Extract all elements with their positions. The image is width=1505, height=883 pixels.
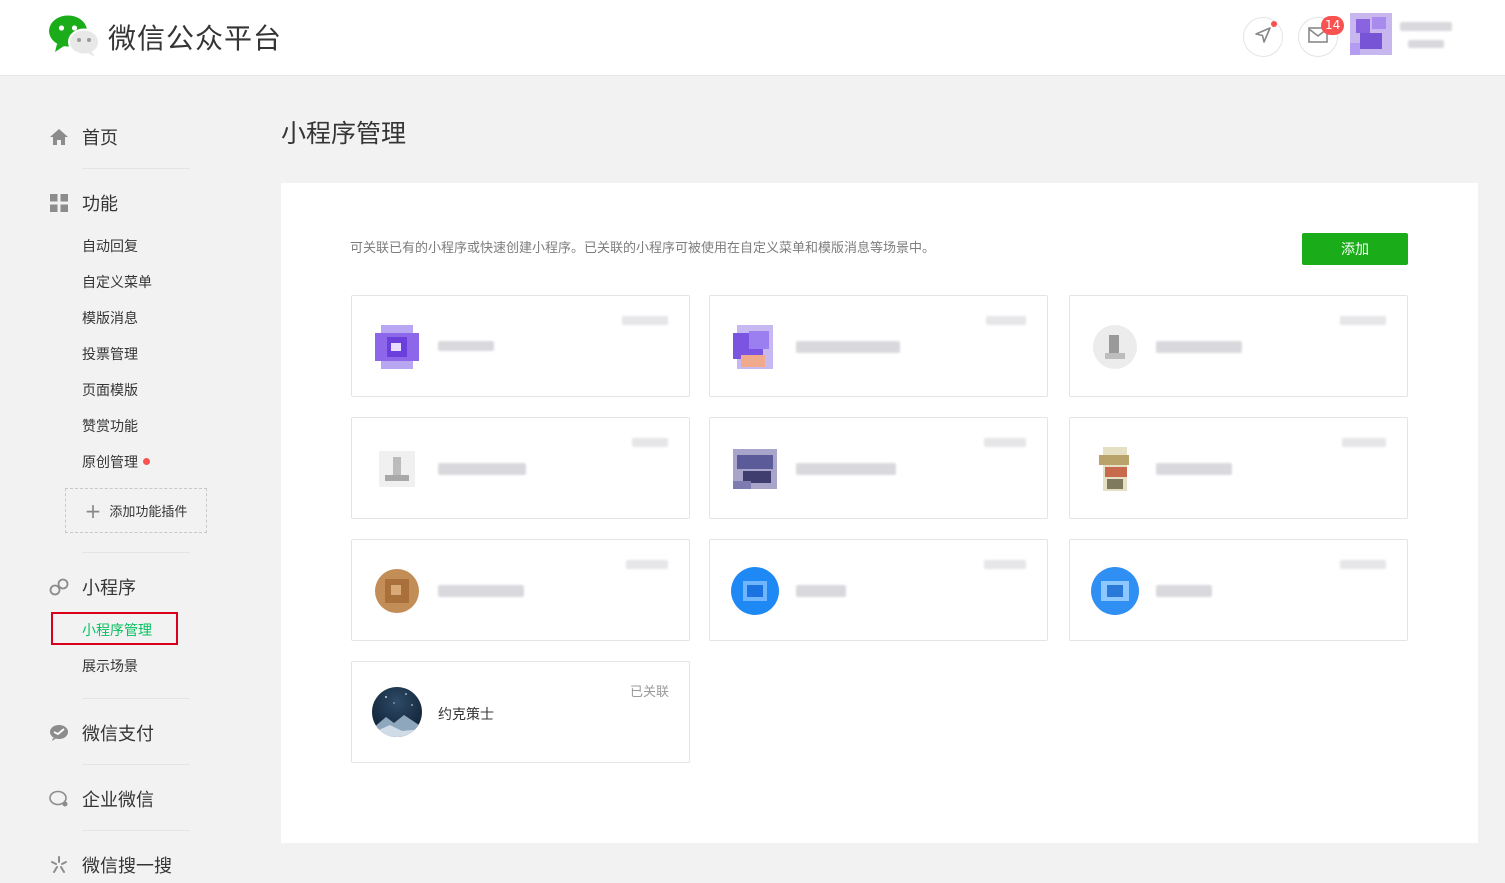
top-header: 微信公众平台 14 xyxy=(0,0,1505,76)
link-status-obscured xyxy=(622,436,670,450)
home-icon xyxy=(48,126,70,148)
link-status-obscured xyxy=(1340,436,1388,450)
miniprogram-name: 约克策士 xyxy=(438,707,494,723)
miniprogram-name-obscured xyxy=(796,339,916,355)
miniprogram-name-obscured xyxy=(1156,339,1276,355)
miniprogram-card[interactable] xyxy=(1069,417,1408,519)
miniprogram-avatar xyxy=(1089,321,1141,373)
send-arrow-icon xyxy=(1253,25,1273,49)
sidebar-item-reward[interactable]: 赞赏功能 xyxy=(82,416,138,436)
link-status: 已关联 xyxy=(629,685,669,700)
sidebar-divider xyxy=(82,764,190,765)
miniprogram-name-obscured xyxy=(438,461,558,477)
sidebar-item-custom-menu[interactable]: 自定义菜单 xyxy=(82,272,152,292)
sidebar-item-label: 首页 xyxy=(82,128,118,149)
sidebar-item-miniprogram[interactable]: 小程序 xyxy=(48,574,136,600)
sidebar-nav: 首页 功能 自动回复 自定义菜单 模版消息 投票管理 页面模版 赞赏功能 原创管… xyxy=(0,76,240,883)
message-button[interactable]: 14 xyxy=(1298,16,1345,57)
miniprogram-avatar xyxy=(1089,565,1141,617)
miniprogram-name-obscured xyxy=(438,339,558,355)
sidebar-item-label: 微信搜一搜 xyxy=(82,856,172,877)
miniprogram-avatar xyxy=(371,565,423,617)
miniprogram-avatar xyxy=(729,565,781,617)
add-miniprogram-button[interactable]: 添加 xyxy=(1302,233,1408,265)
sidebar-item-wechat-pay[interactable]: 微信支付 xyxy=(48,720,154,746)
account-name-obscured[interactable] xyxy=(1398,18,1456,54)
miniprogram-card[interactable] xyxy=(1069,295,1408,397)
account-avatar[interactable] xyxy=(1350,13,1392,55)
sidebar-divider xyxy=(82,168,190,169)
sidebar-item-functions[interactable]: 功能 xyxy=(48,190,118,216)
miniprogram-name-obscured xyxy=(1156,583,1276,599)
miniprogram-card[interactable] xyxy=(1069,539,1408,641)
link-status-obscured xyxy=(622,314,670,328)
miniprogram-avatar xyxy=(371,443,423,495)
sidebar-item-label: 企业微信 xyxy=(82,790,154,811)
sidebar-item-vote-management[interactable]: 投票管理 xyxy=(82,344,138,364)
miniprogram-avatar xyxy=(729,443,781,495)
miniprogram-avatar xyxy=(1089,443,1141,495)
miniprogram-card[interactable] xyxy=(351,295,690,397)
miniprogram-card[interactable] xyxy=(351,417,690,519)
miniprogram-card[interactable] xyxy=(709,417,1048,519)
panel-description: 可关联已有的小程序或快速创建小程序。已关联的小程序可被使用在自定义菜单和模版消息… xyxy=(350,241,936,256)
miniprogram-name-obscured xyxy=(1156,461,1276,477)
sidebar-item-template-message[interactable]: 模版消息 xyxy=(82,308,138,328)
add-plugin-label: 添加功能插件 xyxy=(109,505,188,520)
link-status-obscured xyxy=(980,436,1028,450)
sidebar-item-label: 微信支付 xyxy=(82,724,154,745)
notification-send-button[interactable] xyxy=(1243,17,1283,57)
link-status-obscured xyxy=(980,558,1028,572)
sidebar-divider xyxy=(82,830,190,831)
wechat-search-icon xyxy=(48,854,70,876)
link-status-obscured xyxy=(622,558,670,572)
miniprogram-name-obscured xyxy=(438,583,558,599)
miniprogram-card-yorke[interactable]: 约克策士 已关联 xyxy=(351,661,690,763)
miniprogram-avatar xyxy=(372,687,422,737)
miniprogram-card[interactable] xyxy=(351,539,690,641)
miniprogram-card[interactable] xyxy=(709,539,1048,641)
notice-red-dot xyxy=(1271,21,1277,27)
platform-title: 微信公众平台 xyxy=(108,22,283,55)
miniprogram-avatar xyxy=(371,321,423,373)
link-icon xyxy=(48,576,70,598)
add-plugin-button[interactable]: + 添加功能插件 xyxy=(65,488,207,533)
miniprogram-panel: 可关联已有的小程序或快速创建小程序。已关联的小程序可被使用在自定义菜单和模版消息… xyxy=(281,183,1478,843)
wechat-logo-icon[interactable] xyxy=(48,14,100,58)
wechat-pay-icon xyxy=(48,722,70,744)
sidebar-divider xyxy=(82,552,190,553)
sidebar-item-label: 原创管理 xyxy=(82,455,138,471)
work-chat-icon xyxy=(48,788,70,810)
grid-icon xyxy=(48,192,70,214)
link-status-obscured xyxy=(1340,314,1388,328)
new-red-dot xyxy=(143,458,150,465)
sidebar-item-wechat-search[interactable]: 微信搜一搜 xyxy=(48,852,172,878)
miniprogram-name-obscured xyxy=(796,461,916,477)
miniprogram-name-obscured xyxy=(796,583,916,599)
message-count-badge: 14 xyxy=(1321,16,1345,35)
plus-icon: + xyxy=(84,498,102,523)
sidebar-item-label: 小程序 xyxy=(82,578,136,599)
link-status-obscured xyxy=(980,314,1028,328)
miniprogram-avatar xyxy=(729,321,781,373)
sidebar-item-auto-reply[interactable]: 自动回复 xyxy=(82,236,138,256)
miniprogram-card[interactable] xyxy=(709,295,1048,397)
sidebar-item-original-management[interactable]: 原创管理 xyxy=(82,452,150,472)
sidebar-item-display-scenes[interactable]: 展示场景 xyxy=(82,656,138,676)
sidebar-item-page-template[interactable]: 页面模版 xyxy=(82,380,138,400)
sidebar-divider xyxy=(82,698,190,699)
page-title: 小程序管理 xyxy=(281,119,407,148)
sidebar-item-work-wechat[interactable]: 企业微信 xyxy=(48,786,154,812)
sidebar-item-home[interactable]: 首页 xyxy=(48,124,118,150)
sidebar-item-label: 功能 xyxy=(82,194,118,215)
link-status-obscured xyxy=(1340,558,1388,572)
active-item-highlight xyxy=(51,612,178,645)
